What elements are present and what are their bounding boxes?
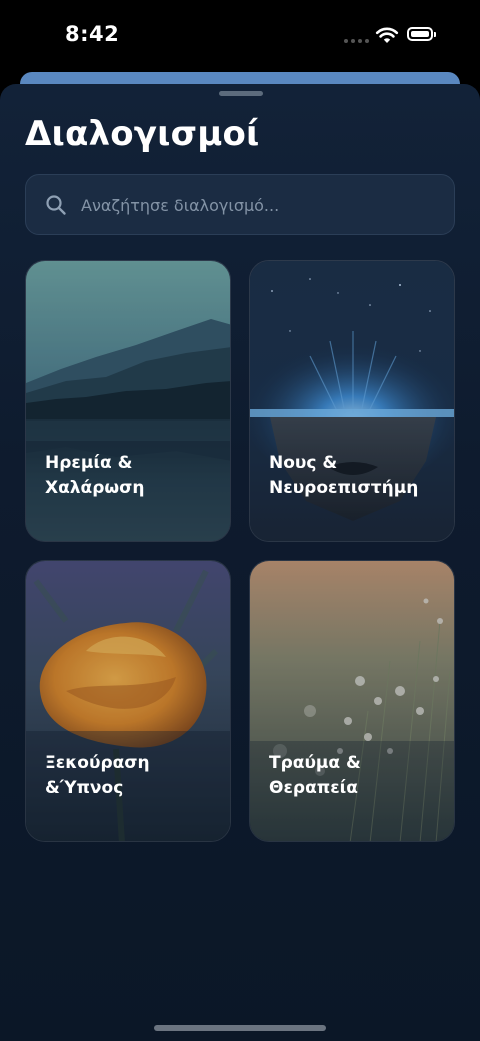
search-placeholder: Αναζήτησε διαλογισμό...: [81, 196, 280, 215]
battery-icon: [407, 27, 436, 41]
category-card-mind[interactable]: Νους & Νευροεπιστήμη: [249, 260, 455, 542]
category-card-sleep[interactable]: Ξεκούραση &Ύπνος: [25, 560, 231, 842]
wifi-icon: [375, 27, 399, 43]
page-title: Διαλογισμοί: [25, 114, 260, 154]
category-label: Ηρεμία & Χαλάρωση: [45, 453, 145, 498]
category-card-trauma[interactable]: Τραύμα & Θεραπεία: [249, 560, 455, 842]
category-label: Ξεκούραση &Ύπνος: [45, 753, 150, 798]
cellular-signal-icon: [344, 39, 369, 43]
status-bar: 8:42: [0, 0, 480, 72]
category-card-calm[interactable]: Ηρεμία & Χαλάρωση: [25, 260, 231, 542]
category-label: Τραύμα & Θεραπεία: [269, 753, 361, 798]
status-time: 8:42: [65, 22, 120, 46]
search-field[interactable]: Αναζήτησε διαλογισμό...: [25, 174, 455, 235]
category-label: Νους & Νευροεπιστήμη: [269, 453, 419, 498]
sheet-grabber[interactable]: [219, 91, 263, 96]
home-indicator[interactable]: [154, 1025, 326, 1031]
meditations-sheet: Διαλογισμοί Αναζήτησε διαλογισμό... Ηρεμ…: [0, 84, 480, 1041]
search-icon: [46, 195, 66, 215]
